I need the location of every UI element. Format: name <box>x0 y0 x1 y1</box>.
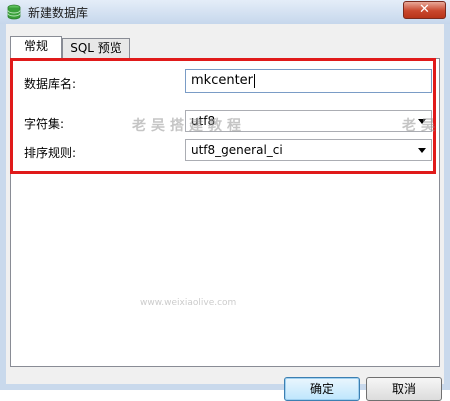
charset-value: utf8 <box>191 114 216 128</box>
tab-label: 常规 <box>23 39 48 53</box>
charset-select[interactable]: utf8 <box>185 110 432 132</box>
database-icon <box>6 4 22 20</box>
cancel-label: 取消 <box>391 382 416 396</box>
collation-label: 排序规则: <box>24 146 77 160</box>
dialog-client: 常规 SQL 预览 数据库名: mkcenter 字符集: utf8 排序规则:… <box>6 24 444 401</box>
ok-button[interactable]: 确定 <box>284 377 360 401</box>
title-bar[interactable]: 新建数据库 ✕ <box>0 0 450 24</box>
window-title: 新建数据库 <box>28 6 89 20</box>
close-icon: ✕ <box>419 2 430 17</box>
close-button[interactable]: ✕ <box>403 1 446 19</box>
tab-sql-preview[interactable]: SQL 预览 <box>62 38 130 59</box>
chevron-down-icon <box>418 148 426 153</box>
collation-select[interactable]: utf8_general_ci <box>185 139 432 161</box>
db-name-value: mkcenter <box>191 73 254 88</box>
chevron-down-icon <box>418 119 426 124</box>
db-name-input[interactable]: mkcenter <box>185 69 432 93</box>
ok-label: 确定 <box>309 382 334 396</box>
db-name-label: 数据库名: <box>24 77 77 91</box>
cancel-button[interactable]: 取消 <box>366 377 442 401</box>
charset-label: 字符集: <box>24 117 65 131</box>
tab-general[interactable]: 常规 <box>10 36 62 59</box>
collation-value: utf8_general_ci <box>191 143 283 157</box>
dialog-window: 新建数据库 ✕ 常规 SQL 预览 数据库名: mkcenter 字符集: ut… <box>0 0 450 401</box>
tab-label: SQL 预览 <box>70 41 122 55</box>
text-caret <box>254 73 256 88</box>
general-panel: 数据库名: mkcenter 字符集: utf8 排序规则: utf8_gene… <box>10 58 440 367</box>
